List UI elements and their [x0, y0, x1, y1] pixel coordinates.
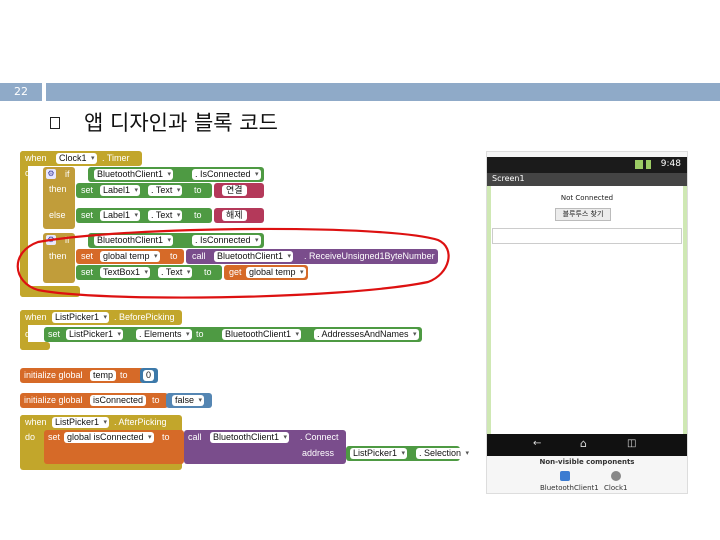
clock1-label: Clock1	[604, 484, 628, 492]
label1-dropdown[interactable]: Label1	[100, 185, 141, 196]
set-label-connected-block[interactable]: set Label1 . Text to	[76, 183, 212, 198]
listpicker-dropdown[interactable]: ListPicker1	[350, 448, 408, 459]
if-block-1[interactable]: ⚙ if then else	[43, 167, 75, 229]
disconnected-text[interactable]: 해제	[222, 210, 247, 221]
listpicker-dropdown[interactable]: ListPicker1	[52, 417, 110, 428]
connected-text[interactable]: 연결	[222, 185, 247, 196]
text-prop-dropdown[interactable]: . Text	[148, 185, 183, 196]
init-label: initialize global	[24, 395, 83, 405]
address-label: address	[302, 448, 335, 458]
number-block[interactable]: 0	[140, 368, 158, 383]
call-label: call	[188, 432, 202, 442]
then-label: then	[49, 184, 67, 194]
when-label: when	[25, 312, 47, 322]
do-label: do	[25, 168, 36, 178]
when-label: when	[25, 153, 47, 163]
listpicker-dropdown[interactable]: ListPicker1	[66, 329, 124, 340]
to-label: to	[152, 395, 160, 405]
slide-title: 앱 디자인과 블록 코드	[84, 111, 278, 135]
selection-dropdown[interactable]: . Selection	[416, 448, 472, 459]
bullet-icon	[50, 117, 60, 129]
bluetooth-icon	[560, 471, 570, 481]
screen-title: Screen1	[492, 174, 525, 183]
if-label: if	[65, 169, 70, 179]
boolean-block[interactable]: false	[166, 393, 212, 408]
slide-header-bar	[46, 83, 720, 101]
clock-icon	[611, 471, 621, 481]
status-label: Not Connected	[560, 194, 614, 202]
false-dropdown[interactable]: false	[172, 395, 205, 406]
slide-number: 22	[14, 85, 28, 98]
bt-client-dropdown[interactable]: BluetoothClient1	[222, 329, 302, 340]
condition-isconnected-block[interactable]: BluetoothClient1 . IsConnected	[88, 167, 264, 182]
set-label: set	[48, 432, 61, 442]
temp-name-field[interactable]: temp	[90, 370, 117, 381]
gear-icon[interactable]: ⚙	[46, 169, 56, 179]
isconnected-var-dropdown[interactable]: global isConnected	[64, 432, 154, 443]
label1-dropdown[interactable]: Label1	[100, 210, 141, 221]
highlight-ellipse	[16, 227, 450, 299]
clock-dropdown[interactable]: Clock1	[56, 153, 97, 164]
listpicker-dropdown[interactable]: ListPicker1	[52, 312, 110, 323]
bluetooth-find-button[interactable]: 블루투스 찾기	[555, 208, 611, 221]
home-icon[interactable]: ⌂	[580, 437, 587, 450]
init-label: initialize global	[24, 370, 83, 380]
set-label: set	[81, 210, 94, 220]
to-label: to	[194, 185, 202, 195]
status-bar: 9:48	[487, 157, 687, 173]
when-label: when	[25, 417, 47, 427]
bt-client-dropdown[interactable]: BluetoothClient1	[210, 432, 290, 443]
text-prop-dropdown[interactable]: . Text	[148, 210, 183, 221]
set-label-disconnected-block[interactable]: set Label1 . Text to	[76, 208, 212, 223]
set-label: set	[81, 185, 94, 195]
addresses-dropdown[interactable]: . AddressesAndNames	[314, 329, 419, 340]
recent-apps-icon[interactable]: ◫	[627, 438, 636, 449]
nav-bar: ← ⌂ ◫	[487, 434, 687, 456]
after-picking-event-block[interactable]: when do ListPicker1 . AfterPicking set g…	[20, 415, 472, 470]
screen-title-bar: Screen1	[487, 173, 687, 186]
text-connected-block[interactable]: 연결	[214, 183, 264, 198]
to-label: to	[162, 432, 170, 442]
to-label: to	[196, 329, 204, 339]
clock-time: 9:48	[660, 159, 681, 169]
back-icon[interactable]: ←	[533, 438, 541, 449]
bt-client-dropdown[interactable]: BluetoothClient1	[94, 169, 174, 180]
before-picking-label: . BeforePicking	[114, 312, 175, 322]
text-disconnected-block[interactable]: 해제	[214, 208, 264, 223]
textbox1[interactable]	[492, 228, 682, 244]
do-label: do	[25, 329, 36, 339]
isconnected-dropdown[interactable]: . IsConnected	[192, 169, 261, 180]
nonvisible-title: Non-visible components	[539, 458, 635, 466]
connect-method-label: . Connect	[300, 432, 339, 442]
elements-dropdown[interactable]: . Elements	[136, 329, 192, 340]
signal-icon	[635, 160, 643, 169]
init-temp-block[interactable]: initialize global temp to	[20, 368, 144, 383]
temp-value-field[interactable]: 0	[143, 370, 155, 381]
timer-event-label: . Timer	[102, 153, 130, 163]
to-label: to	[120, 370, 128, 380]
app-screen: Not Connected 블루투스 찾기	[487, 186, 687, 434]
isconnected-name-field[interactable]: isConnected	[90, 395, 147, 406]
before-picking-event-block[interactable]: when do ListPicker1 . BeforePicking set …	[20, 310, 422, 350]
battery-icon	[646, 160, 651, 169]
else-label: else	[49, 210, 66, 220]
set-label: set	[48, 329, 61, 339]
bt-client-label: BluetoothClient1	[540, 484, 599, 492]
to-label: to	[194, 210, 202, 220]
after-picking-label: . AfterPicking	[114, 417, 167, 427]
init-connected-block[interactable]: initialize global isConnected to	[20, 393, 168, 408]
do-label: do	[25, 432, 36, 442]
